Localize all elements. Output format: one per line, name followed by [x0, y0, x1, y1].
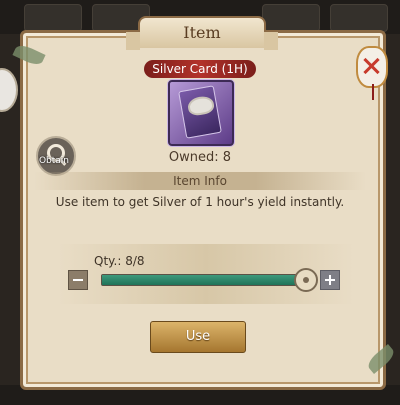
silver-icon	[188, 96, 213, 115]
inventory-slot	[24, 4, 82, 32]
background-side-button	[0, 68, 18, 112]
owned-count: Owned: 8	[168, 150, 232, 165]
item-description: Use item to get Silver of 1 hour's yield…	[55, 195, 345, 209]
increase-quantity-button[interactable]	[320, 270, 340, 290]
decrease-quantity-button[interactable]	[68, 270, 88, 290]
quantity-slider-handle[interactable]	[294, 268, 318, 292]
use-button[interactable]: Use	[150, 321, 246, 353]
silver-card-icon	[168, 80, 234, 146]
inventory-slot	[330, 4, 388, 32]
dialog-title: Item	[126, 16, 278, 50]
close-button[interactable]	[356, 46, 388, 88]
quantity-slider[interactable]	[101, 274, 309, 286]
item-name-banner: Silver Card (1H)	[144, 60, 256, 78]
tassel-decoration	[372, 84, 374, 100]
obtain-label: Obtain	[38, 156, 70, 166]
quantity-label: Qty.: 8/8	[94, 254, 145, 268]
item-info-heading: Item Info	[34, 172, 366, 190]
inventory-slot	[262, 4, 320, 32]
quantity-slider-fill	[102, 275, 308, 285]
card-art	[178, 85, 222, 139]
